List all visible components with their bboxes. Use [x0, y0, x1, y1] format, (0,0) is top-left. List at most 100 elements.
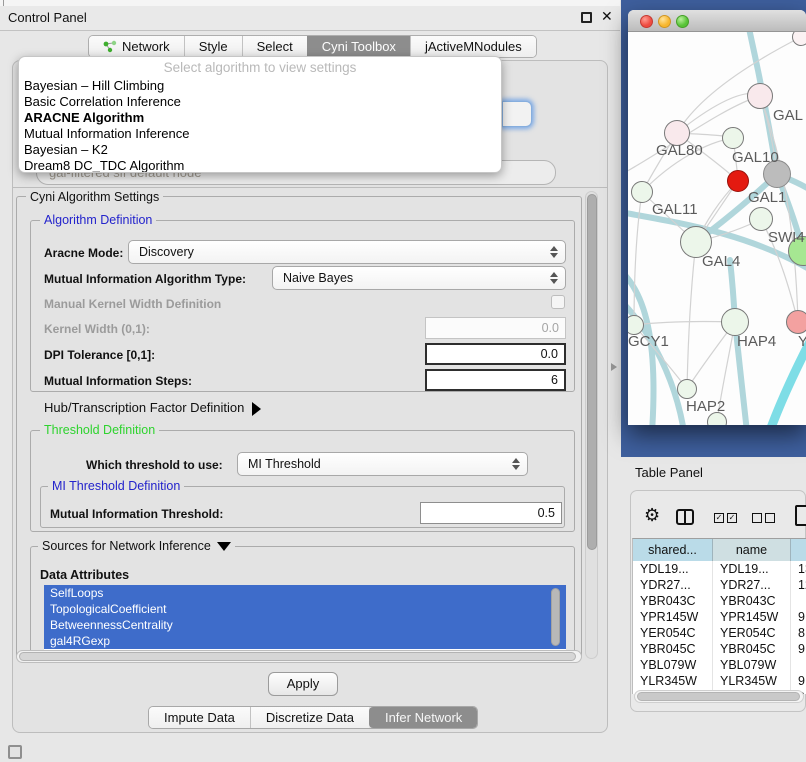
settings-group-title: Cyni Algorithm Settings — [26, 190, 163, 204]
algorithm-dropdown-list: Select algorithm to view settings Bayesi… — [18, 56, 502, 173]
table-row[interactable]: YBR045CYBR045C9. — [633, 641, 806, 657]
table-row[interactable]: YER054CYER054C8. — [633, 625, 806, 641]
deselect-checkboxes-icon[interactable] — [752, 513, 775, 523]
node-label: GAL4 — [702, 253, 740, 270]
dropdown-item[interactable]: Dream8 DC_TDC Algorithm — [19, 158, 501, 173]
manual-kernel-checkbox[interactable] — [551, 295, 565, 309]
select-all-checkboxes-icon[interactable]: ✓✓ — [714, 513, 737, 523]
node-label: GAL — [773, 107, 803, 124]
node-label: GCY1 — [628, 333, 669, 350]
dpi-tolerance-label: DPI Tolerance [0,1]: — [44, 348, 155, 362]
dpi-tolerance-field[interactable]: 0.0 — [425, 343, 566, 365]
network-node-hap4[interactable] — [721, 308, 749, 336]
float-window-icon[interactable] — [581, 12, 592, 23]
dropdown-item[interactable]: Bayesian – Hill Climbing — [19, 78, 501, 94]
resize-handle[interactable] — [611, 363, 617, 371]
column-header[interactable] — [791, 539, 806, 561]
settings-hscrollbar-thumb[interactable] — [19, 652, 576, 661]
document-icon[interactable] — [795, 505, 806, 526]
column-view-icon[interactable] — [676, 509, 694, 525]
node-label: SWI4 — [768, 229, 805, 246]
algorithm-definition-title: Algorithm Definition — [40, 213, 156, 227]
network-node[interactable] — [747, 83, 773, 109]
table-row[interactable]: YDL19...YDL19...13 — [633, 561, 806, 577]
mi-steps-field[interactable]: 6 — [425, 369, 566, 391]
network-node[interactable] — [786, 310, 806, 334]
column-header[interactable]: shared... — [633, 539, 713, 561]
panel-tabs: Network Style Select Cyni Toolbox jActiv… — [88, 35, 537, 58]
dropdown-item-selected[interactable]: ARACNE Algorithm — [19, 110, 501, 126]
attributes-list-scrollbar[interactable] — [551, 588, 560, 646]
list-item[interactable]: SelfLoops — [44, 585, 566, 601]
dropdown-item[interactable]: Bayesian – K2 — [19, 142, 501, 158]
table-row[interactable]: YDR27...YDR27...12 — [633, 577, 806, 593]
tab-discretize-data[interactable]: Discretize Data — [250, 707, 369, 728]
collapse-arrow-icon — [217, 542, 231, 551]
settings-vscrollbar-thumb[interactable] — [587, 194, 597, 550]
network-canvas[interactable]: GAL80 GAL10 GAL11 GAL1 SWI4 GAL4 GCY1 HA… — [628, 32, 806, 425]
expand-arrow-icon — [252, 402, 261, 416]
network-icon — [103, 40, 117, 53]
dropdown-placeholder: Select algorithm to view settings — [19, 57, 501, 78]
tab-impute-data[interactable]: Impute Data — [149, 707, 250, 728]
node-label: GAL80 — [656, 142, 703, 159]
combo-stepper-icon — [549, 271, 558, 285]
combo-stepper-icon — [549, 245, 558, 259]
node-label: GAL10 — [732, 149, 779, 166]
network-node-gal11[interactable] — [631, 181, 653, 203]
network-node-gal10[interactable] — [722, 127, 744, 149]
dropdown-item[interactable]: Basic Correlation Inference — [19, 94, 501, 110]
mi-threshold-group-title: MI Threshold Definition — [48, 479, 184, 493]
minimized-panel-icon[interactable] — [8, 745, 22, 759]
table-row[interactable]: YPR145WYPR145W9. — [633, 609, 806, 625]
close-traffic-light-icon[interactable] — [640, 15, 653, 28]
network-node-gal1[interactable] — [749, 207, 773, 231]
which-threshold-combo[interactable]: MI Threshold — [237, 452, 528, 476]
close-icon[interactable]: ✕ — [601, 8, 613, 25]
kernel-width-field[interactable]: 0.0 — [425, 317, 566, 339]
tab-cyni-toolbox[interactable]: Cyni Toolbox — [307, 36, 410, 57]
dropdown-item[interactable]: Mutual Information Inference — [19, 126, 501, 142]
zoom-traffic-light-icon[interactable] — [676, 15, 689, 28]
table-header: shared... name — [633, 539, 806, 561]
tab-select[interactable]: Select — [242, 36, 307, 57]
algorithm-combo-fragment[interactable] — [502, 101, 532, 127]
data-attributes-label: Data Attributes — [40, 568, 129, 582]
data-attributes-list: SelfLoops TopologicalCoefficient Between… — [44, 585, 566, 652]
node-label: HAP2 — [686, 398, 725, 415]
network-node-hap2[interactable] — [677, 379, 697, 399]
gear-icon[interactable]: ⚙ — [644, 505, 660, 526]
mi-type-combo[interactable]: Naive Bayes — [272, 266, 566, 290]
sources-title[interactable]: Sources for Network Inference — [38, 539, 235, 553]
list-item[interactable]: BetweennessCentrality — [44, 617, 566, 633]
which-threshold-label: Which threshold to use: — [86, 458, 223, 472]
minimize-traffic-light-icon[interactable] — [658, 15, 671, 28]
cyni-bottom-tabs: Impute Data Discretize Data Infer Networ… — [148, 706, 478, 729]
tab-network[interactable]: Network — [89, 36, 184, 57]
hub-definition-expander[interactable]: Hub/Transcription Factor Definition — [44, 400, 261, 416]
list-item[interactable]: TopologicalCoefficient — [44, 601, 566, 617]
threshold-definition-title: Threshold Definition — [40, 423, 159, 437]
network-window-titlebar[interactable] — [628, 10, 806, 32]
table-hscrollbar-thumb[interactable] — [637, 692, 800, 701]
table-panel-title: Table Panel — [635, 465, 703, 480]
node-table: shared... name YDL19...YDL19...13 YDR27.… — [632, 538, 806, 694]
aracne-mode-combo[interactable]: Discovery — [128, 240, 566, 264]
tab-style[interactable]: Style — [184, 36, 242, 57]
screen: Control Panel ✕ Network Style Select Cyn… — [0, 0, 806, 762]
column-header[interactable]: name — [713, 539, 791, 561]
kernel-width-label: Kernel Width (0,1): — [44, 322, 150, 336]
list-item[interactable]: gal4RGexp — [44, 633, 566, 649]
node-label: HAP4 — [737, 333, 776, 350]
apply-button[interactable]: Apply — [268, 672, 338, 696]
table-row[interactable]: YBL079WYBL079W — [633, 657, 806, 673]
table-row[interactable]: YLR345WYLR345W9. — [633, 673, 806, 689]
tab-infer-network[interactable]: Infer Network — [369, 707, 477, 728]
mi-threshold-field[interactable]: 0.5 — [420, 502, 562, 524]
network-view-window: GAL80 GAL10 GAL11 GAL1 SWI4 GAL4 GCY1 HA… — [628, 10, 806, 425]
tab-jactivemnodules[interactable]: jActiveMNodules — [410, 36, 536, 57]
manual-kernel-label: Manual Kernel Width Definition — [44, 297, 221, 311]
control-panel-titlebar: Control Panel — [0, 6, 620, 31]
table-row[interactable]: YBR043CYBR043C — [633, 593, 806, 609]
network-node-selected[interactable] — [727, 170, 749, 192]
